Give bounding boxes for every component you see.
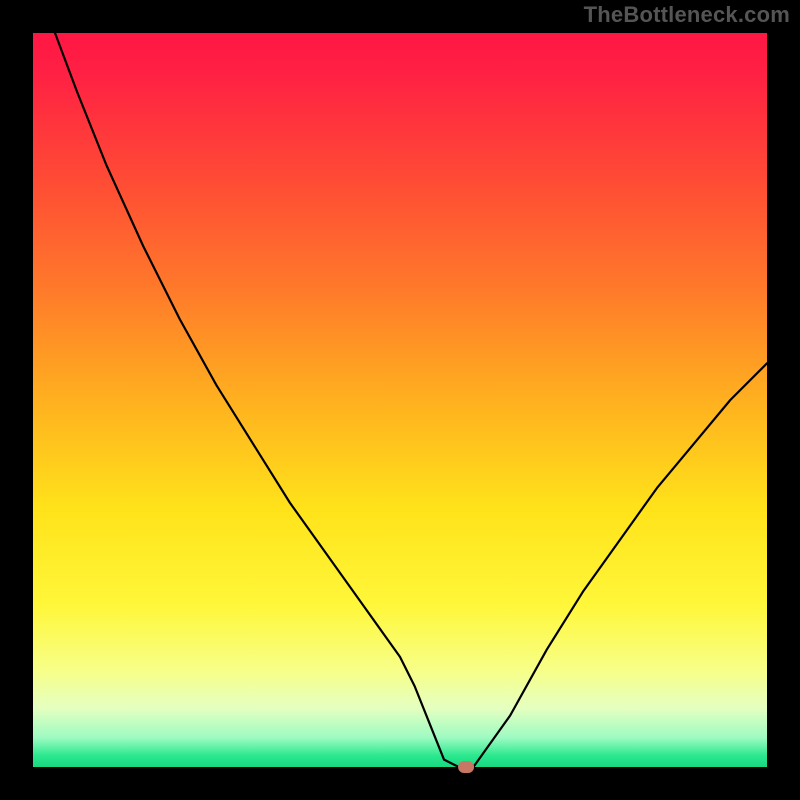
bottleneck-chart <box>0 0 800 800</box>
optimal-marker <box>458 761 474 773</box>
chart-frame: TheBottleneck.com <box>0 0 800 800</box>
watermark-text: TheBottleneck.com <box>584 2 790 28</box>
